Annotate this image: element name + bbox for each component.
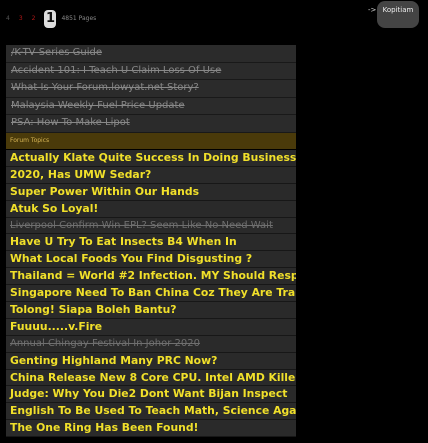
page-link-2[interactable]: 4 [6,10,10,28]
topic-item[interactable]: Tolong! Siapa Boleh Bantu? [6,302,296,319]
topic-item[interactable]: Liverpool Confirm Win EPL? Seem Like No … [6,217,296,235]
topic-item[interactable]: Genting Highland Many PRC Now? [6,352,296,370]
section-title: Forum Topics [6,133,296,149]
topic-item[interactable]: Super Power Within Our Hands [6,183,296,201]
topic-item[interactable]: 2020, Has UMW Sedar? [6,166,296,184]
forum-badge[interactable]: Kopitiam [377,1,419,28]
pinned-topic[interactable]: /K-TV Series Guide [6,45,296,63]
page-count: 4851 Pages [61,15,97,22]
topic-item[interactable]: What Local Foods You Find Disgusting ? [6,251,296,269]
topic-item[interactable]: Have U Try To Eat Insects B4 When In [6,234,296,252]
topic-list: Actually Klate Quite Success In Doing Bu… [6,150,296,438]
topic-item[interactable]: Atuk So Loyal! [6,200,296,218]
pinned-topic[interactable]: Malaysia Weekly Fuel Price Update [6,97,296,115]
pagination: 4 3 2 1 4851 Pages [6,10,96,28]
pinned-topic[interactable]: PSA: How To Make Lipot [6,115,296,133]
topic-item[interactable]: Fuuuu.....v.Fire [6,318,296,336]
topic-item[interactable]: English To Be Used To Teach Math, Scienc… [6,403,296,421]
pinned-topic[interactable]: What Is Your Forum.lowyat.net Story? [6,80,296,98]
topic-item[interactable]: China Release New 8 Core CPU. Intel AMD … [6,369,296,387]
topic-item[interactable]: Judge: Why You Die2 Dont Want Bijan Insp… [6,386,296,404]
topic-item[interactable]: Singapore Need To Ban China Coz They Are… [6,285,296,303]
current-page: 1 [44,10,57,28]
topic-item[interactable]: The One Ring Has Been Found! [6,420,296,438]
topic-item[interactable]: Annual Chingay Festival In Johor 2020 [6,335,296,353]
page-link-4[interactable]: 2 [32,10,36,28]
pinned-list: /K-TV Series Guide Accident 101: I Teach… [6,45,296,133]
page-link-3[interactable]: 3 [19,10,23,28]
arrow-icon: -> [368,6,377,14]
topic-item[interactable]: Actually Klate Quite Success In Doing Bu… [6,150,296,167]
pinned-topic[interactable]: Accident 101: I Teach U Claim Loss Of Us… [6,62,296,80]
topic-item[interactable]: Thailand = World #2 Infection. MY Should… [6,268,296,286]
